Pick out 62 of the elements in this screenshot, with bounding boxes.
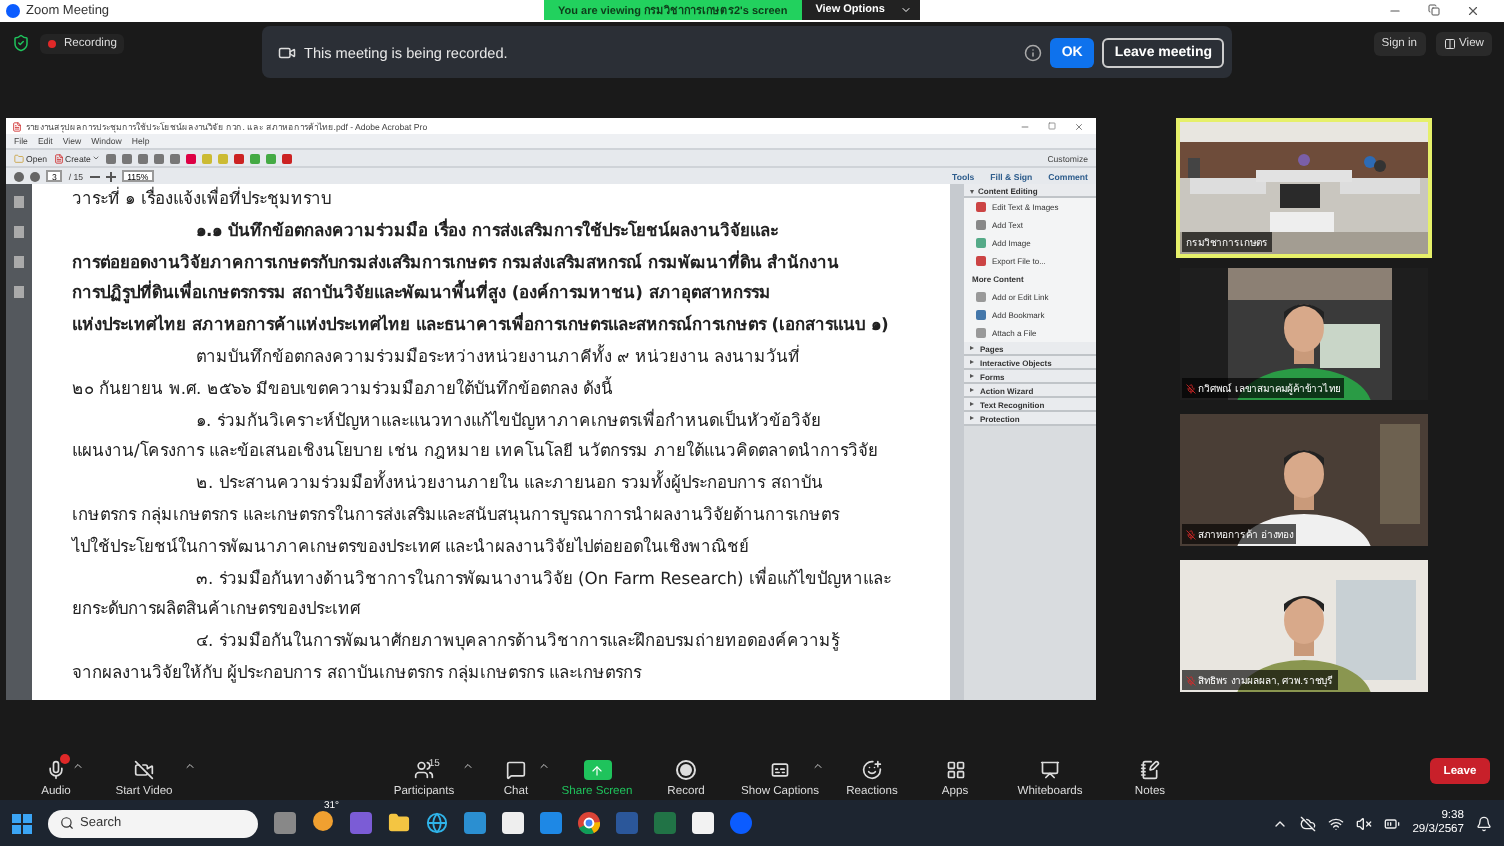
info-icon <box>1023 43 1042 61</box>
folder-icon <box>14 153 24 163</box>
share-icon <box>583 760 611 780</box>
browser-icon[interactable] <box>426 812 448 834</box>
weather-icon[interactable] <box>312 809 334 831</box>
document-line: ตามบันทึกข้อตกลงความร่วมมือระหว่างหน่วยงานภาคีทั้ง ๙ หน่วยงาน ลงนามวันที่ <box>194 342 802 370</box>
alert-badge <box>59 754 70 764</box>
caret-icon[interactable] <box>462 760 474 772</box>
app-icon[interactable] <box>350 812 372 834</box>
pdf-icon <box>53 153 64 163</box>
document-line: การต่อยอดงานวิจัยภาคการเกษตรกับกรมส่งเสริมการเกษตร กรมส่งเสริมสหกรณ์ กรมพัฒนาที่ดิน สำนักงาน <box>72 248 842 276</box>
captions-icon <box>770 760 790 780</box>
document-line: ๓. ร่วมมือกันทางด้านวิชาการในการพัฒนางานวิจัย (On Farm Research) เพื่อแก้ไขปัญหาและ <box>194 564 893 592</box>
maximize-icon[interactable] <box>1048 121 1056 129</box>
app-icon[interactable] <box>464 812 486 834</box>
document-line: ๒๐ กันยายน พ.ศ. ๒๕๖๖ มีขอบเขตความร่วมมือภายใต้บันทึกข้อตกลง ดังนี้ <box>72 374 616 402</box>
minimize-icon[interactable] <box>1388 4 1402 18</box>
smiley-icon <box>862 760 882 780</box>
wifi-icon[interactable] <box>1328 815 1345 831</box>
plus-icon[interactable] <box>105 171 116 181</box>
caret-icon[interactable] <box>72 760 84 772</box>
document-line: ๑. ร่วมกันวิเคราะห์ปัญหาและแนวทางแก้ไขปัญหาภาคเกษตรเพื่อกำหนดเป็นหัวข้อวิจัย <box>194 406 823 434</box>
chevron-down-icon[interactable] <box>900 4 913 16</box>
app-icon[interactable] <box>540 812 562 834</box>
caret-icon[interactable] <box>812 760 824 772</box>
document-line: ๒. ประสานความร่วมมือทั้งหน่วยงานภายใน และภายนอก รวมทั้งผู้ประกอบการ สถาบัน <box>194 468 825 497</box>
chrome-icon[interactable] <box>578 812 600 834</box>
document-line: จากผลงานวิจัยให้กับ ผู้ประกอบการ สถาบันเกษตรกร กลุ่มเกษตรกร และเกษตรกร <box>72 659 644 687</box>
document-line: แผนงาน/โครงการ และข้อเสนอเชิงนโยบาย เช่น กฎหมาย เทคโนโลยี นวัตกรรม ภายใต้แนวคิดตลาดนำการวิจัย <box>72 438 880 465</box>
shield-icon <box>12 34 30 52</box>
folder-icon[interactable] <box>388 812 410 834</box>
document-line: ๔. ร่วมมือกันในการพัฒนาศักยภาพบุคลากรด้านวิชาการและฝึกอบรมถ่ายทอดองค์ความรู้ <box>194 628 842 655</box>
battery-icon[interactable] <box>1384 815 1401 831</box>
volume-muted-icon[interactable] <box>1356 815 1373 831</box>
search-icon <box>60 816 74 830</box>
zoom-logo-icon <box>6 4 20 18</box>
document-line: วาระที่ ๑ เรื่องแจ้งเพื่อที่ประชุมทราบ <box>72 184 333 213</box>
excel-icon[interactable] <box>654 812 676 834</box>
layout-icon <box>1443 37 1456 49</box>
document-line: แห่งประเทศไทย สภาหอการค้าแห่งประเทศไทย และธนาคารเพื่อการเกษตรและสหกรณ์การเกษตร (เอกสารแนบ ๑) <box>72 310 891 339</box>
notes-icon <box>1140 760 1160 780</box>
pdf-icon <box>12 121 22 131</box>
windows-logo-icon[interactable] <box>12 813 32 833</box>
caret-icon[interactable] <box>538 760 550 772</box>
document-line: ๑.๑ บันทึกข้อตกลงความร่วมมือ เรื่อง การส่งเสริมการใช้ประโยชน์ผลงานวิจัยและ <box>194 216 780 244</box>
document-line: การปฏิรูปที่ดินเพื่อเกษตรกรรม สถาบันวิจัยและพัฒนาพื้นที่สูง (องค์การมหาชน) สภาอุตสาหกรรม <box>72 278 773 308</box>
document-line: เกษตรกร กลุ่มเกษตรกร และเกษตรกรในการส่งเสริมและสนับสนุนการบูรณาการนำผลงานวิจัยด้านการเกษตร <box>72 501 842 529</box>
zoom-app-icon[interactable] <box>730 812 752 834</box>
microphone-icon <box>46 760 66 780</box>
apps-icon <box>945 760 965 780</box>
video-off-icon <box>134 760 154 780</box>
close-icon[interactable] <box>1466 4 1480 18</box>
document-line: ไปใช้ประโยชน์ในการพัฒนาภาคเกษตรของประเทศ และนำผลงานวิจัยไปต่อยอดในเชิงพาณิชย์ <box>72 533 752 560</box>
cloud-icon[interactable] <box>1300 815 1317 831</box>
notification-icon[interactable] <box>1476 815 1492 831</box>
restore-icon[interactable] <box>1428 4 1440 16</box>
document-line: ยกระดับการผลิตสินค้าเกษตรของประเทศ <box>72 596 363 623</box>
camera-icon <box>278 43 296 61</box>
chat-bubble-icon <box>506 760 526 780</box>
whiteboard-icon <box>1040 760 1060 780</box>
caret-icon[interactable] <box>184 760 196 772</box>
record-icon <box>676 760 696 780</box>
